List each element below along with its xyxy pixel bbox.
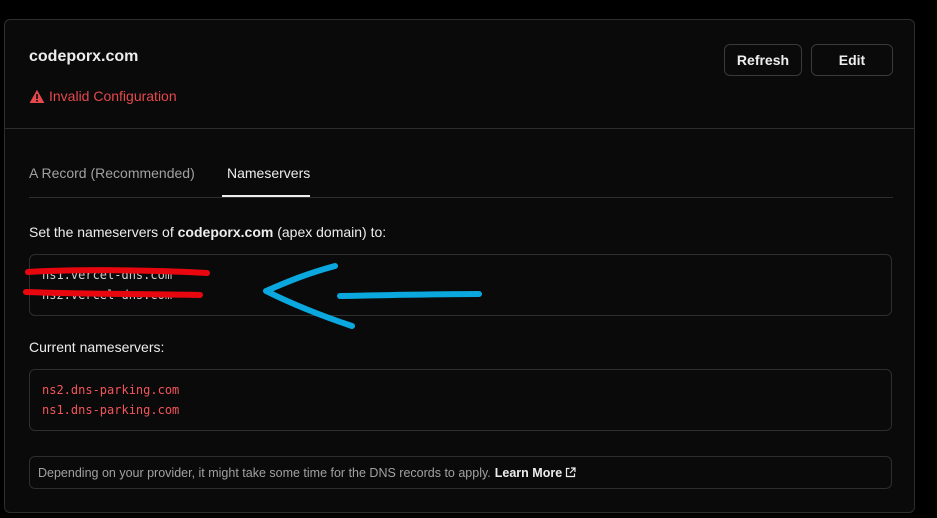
config-status: Invalid Configuration xyxy=(29,88,177,104)
header-divider xyxy=(5,128,914,129)
instruction-prefix: Set the nameservers of xyxy=(29,224,178,240)
target-nameserver-2[interactable]: ns2.vercel-dns.com xyxy=(42,285,172,305)
target-nameservers-box[interactable]: ns1.vercel-dns.com ns2.vercel-dns.com xyxy=(29,254,892,316)
current-nameservers-label: Current nameservers: xyxy=(29,339,165,355)
note-text: Depending on your provider, it might tak… xyxy=(38,465,491,480)
nameserver-instruction: Set the nameservers of codeporx.com (ape… xyxy=(29,224,386,240)
learn-more-link[interactable]: Learn More xyxy=(495,466,576,480)
warning-triangle-icon xyxy=(29,89,45,103)
status-text: Invalid Configuration xyxy=(49,88,177,104)
current-nameserver-2[interactable]: ns1.dns-parking.com xyxy=(42,400,179,420)
domain-title[interactable]: codeporx.com xyxy=(29,48,138,66)
learn-more-label[interactable]: Learn More xyxy=(495,466,562,480)
external-link-icon xyxy=(566,467,576,478)
refresh-button[interactable]: Refresh xyxy=(724,44,802,76)
record-type-tabs: A Record (Recommended) Nameservers xyxy=(29,156,893,198)
edit-button[interactable]: Edit xyxy=(811,44,893,76)
tab-nameservers[interactable]: Nameservers xyxy=(224,165,313,181)
current-nameservers-box[interactable]: ns2.dns-parking.com ns1.dns-parking.com xyxy=(29,369,892,431)
current-nameserver-1[interactable]: ns2.dns-parking.com xyxy=(42,380,179,400)
active-tab-indicator xyxy=(222,195,310,197)
instruction-suffix: (apex domain) to: xyxy=(273,224,387,240)
target-nameserver-1[interactable]: ns1.vercel-dns.com xyxy=(42,265,172,285)
tab-a-record[interactable]: A Record (Recommended) xyxy=(29,165,195,181)
domain-config-card: codeporx.com Invalid Configuration Refre… xyxy=(4,19,915,513)
dns-propagation-note: Depending on your provider, it might tak… xyxy=(29,456,892,489)
instruction-domain: codeporx.com xyxy=(177,224,274,240)
